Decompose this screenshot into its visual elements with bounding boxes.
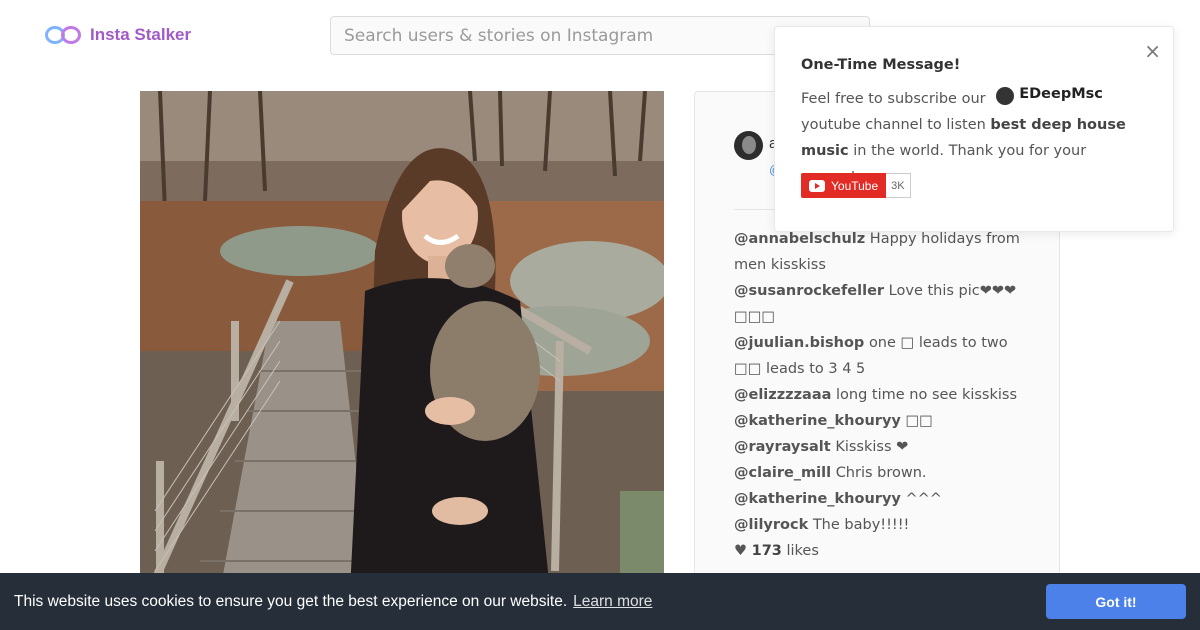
cookie-banner: This website uses cookies to ensure you … <box>0 573 1200 630</box>
comment-text: Chris brown. <box>835 465 927 481</box>
comment-list: @annabelschulz Happy holidays from men k… <box>734 226 1024 564</box>
comment-user[interactable]: @lilyrock <box>734 517 808 533</box>
comment: @claire_mill Chris brown. <box>734 460 1024 486</box>
youtube-play-icon <box>809 179 825 192</box>
comment-user[interactable]: @katherine_khouryy <box>734 491 901 507</box>
comment-user[interactable]: @katherine_khouryy <box>734 413 901 429</box>
avatar[interactable] <box>734 131 763 160</box>
channel-logo-icon <box>996 87 1015 105</box>
comment-user[interactable]: @susanrockefeller <box>734 283 884 299</box>
learn-more-link[interactable]: Learn more <box>573 593 652 611</box>
comment-text: The baby!!!!! <box>812 517 910 533</box>
comment-text: Kisskiss ❤ <box>835 439 909 455</box>
glasses-icon <box>45 24 81 46</box>
likes-label: likes <box>786 543 819 559</box>
got-it-button[interactable]: Got it! <box>1046 584 1186 619</box>
cookie-message: This website uses cookies to ensure you … <box>14 592 568 610</box>
popup-text: Feel free to subscribe our <box>801 91 986 107</box>
comment-user[interactable]: @elizzzzaaa <box>734 387 831 403</box>
comment-user[interactable]: @rayraysalt <box>734 439 831 455</box>
comment-user[interactable]: @annabelschulz <box>734 231 865 247</box>
comment-text: ^^^ <box>905 491 942 507</box>
comment-user[interactable]: @claire_mill <box>734 465 831 481</box>
comment: @rayraysalt Kisskiss ❤ <box>734 434 1024 460</box>
photo-illustration <box>140 91 664 591</box>
comment-user[interactable]: @juulian.bishop <box>734 335 864 351</box>
comment: @annabelschulz Happy holidays from men k… <box>734 226 1024 278</box>
comment: @lilyrock The baby!!!!! <box>734 512 1024 538</box>
comment: @elizzzzaaa long time no see kisskiss <box>734 382 1024 408</box>
youtube-label: YouTube <box>831 178 879 193</box>
youtube-subscribe-button[interactable]: YouTube <box>801 173 887 198</box>
channel-name: EDeepMsc <box>1019 86 1103 102</box>
comment-text: long time no see kisskiss <box>836 387 1018 403</box>
comment: @juulian.bishop one □ leads to two □□ le… <box>734 330 1024 382</box>
site-logo[interactable]: Insta Stalker <box>45 24 191 46</box>
one-time-message-popup: × One-Time Message! Feel free to subscri… <box>774 26 1174 232</box>
youtube-subscribe: YouTube 3K <box>801 173 911 198</box>
comment: @katherine_khouryy ^^^ <box>734 486 1024 512</box>
comment: @katherine_khouryy □□ <box>734 408 1024 434</box>
logo-text: Insta Stalker <box>90 25 192 44</box>
channel-link[interactable]: EDeepMsc <box>996 81 1103 107</box>
subscriber-count: 3K <box>886 173 911 198</box>
comment: @susanrockefeller Love this pic❤❤❤□□□ <box>734 278 1024 330</box>
heart-icon: ♥ <box>734 543 747 559</box>
popup-text: youtube channel to listen <box>801 117 986 133</box>
close-icon[interactable]: × <box>1144 41 1161 61</box>
post-photo <box>140 91 664 591</box>
comment-text: □□ <box>905 413 933 429</box>
likes-row: ♥ 173 likes <box>734 538 1024 564</box>
popup-title: One-Time Message! <box>801 57 961 73</box>
likes-count: 173 <box>751 543 782 559</box>
